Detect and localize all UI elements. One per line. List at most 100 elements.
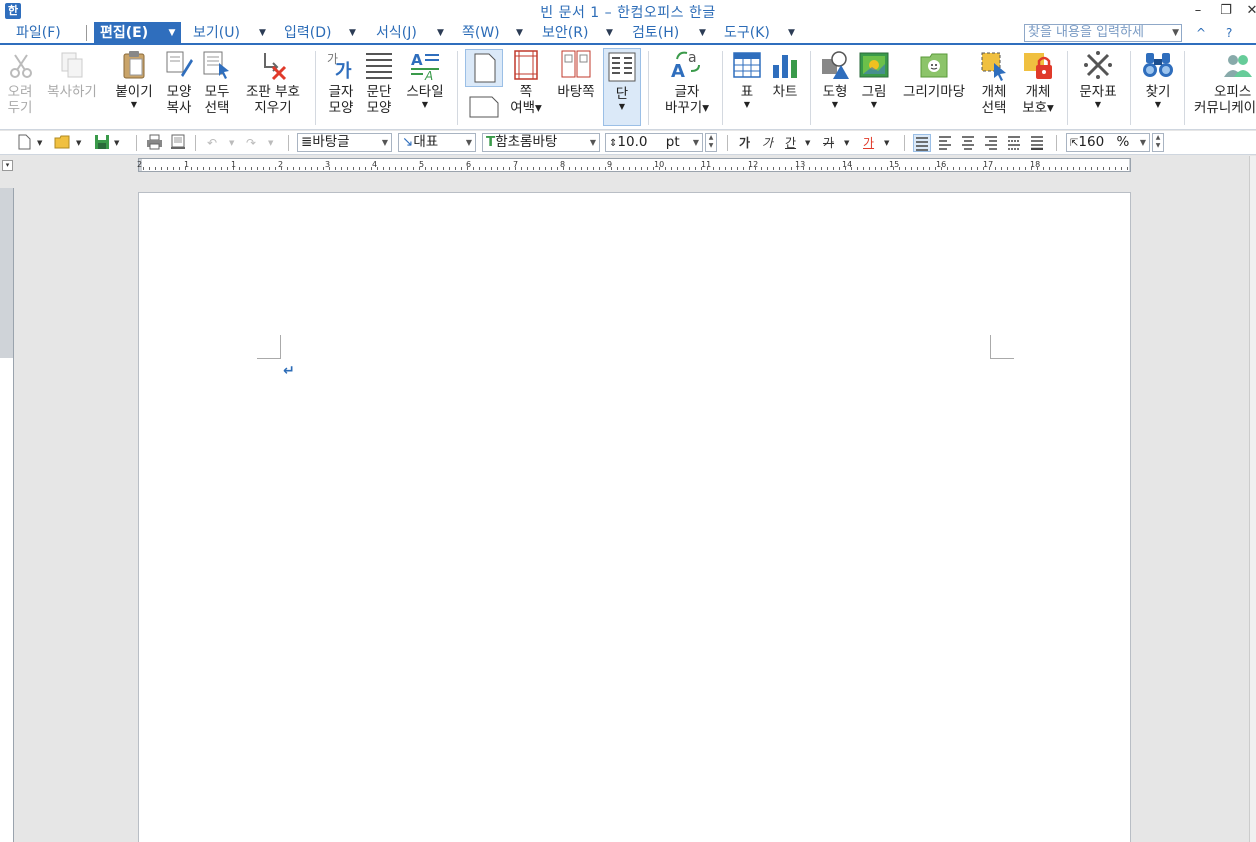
close-button[interactable]: ✕ — [1238, 1, 1256, 21]
underline-button[interactable]: 간 — [785, 134, 796, 152]
print-icon[interactable] — [146, 134, 163, 152]
undo-icon[interactable]: ↶ — [207, 134, 217, 152]
object-protect-button[interactable]: 개체 보호▾ — [1017, 49, 1059, 116]
menu-format[interactable]: 서식(J) — [376, 22, 417, 44]
redo-icon[interactable]: ↷ — [246, 134, 256, 152]
copy-button[interactable]: 복사하기 — [42, 49, 102, 100]
menu-security[interactable]: 보안(R) — [542, 22, 588, 44]
font-size-spinner[interactable]: ▲ ▼ — [705, 133, 717, 152]
menu-format-dropdown-icon[interactable]: ▼ — [437, 22, 444, 44]
search-input[interactable]: 찾을 내용을 입력하세 ▼ — [1024, 24, 1182, 42]
find-button[interactable]: 찾기 ▼ — [1140, 49, 1176, 110]
table-button[interactable]: 표 ▼ — [731, 49, 763, 110]
object-select-button[interactable]: 개체 선택 — [977, 49, 1011, 116]
align-left-button[interactable] — [937, 134, 953, 152]
menu-insert-dropdown-icon[interactable]: ▼ — [349, 22, 356, 44]
shape-button[interactable]: 도형 ▼ — [818, 49, 852, 110]
find-dropdown-icon[interactable]: ▼ — [1140, 100, 1176, 110]
drawing-gallery-button[interactable]: 그리기마당 — [896, 49, 972, 100]
document-page[interactable]: ↵ — [138, 192, 1131, 842]
horizontal-ruler[interactable]: 2 1 1 2 3 4 5 6 7 8 9 10 11 12 13 14 15 16 17 18 — [137, 158, 1131, 172]
align-right-button[interactable] — [983, 134, 999, 152]
style-dropdown-icon[interactable]: ▼ — [402, 100, 448, 110]
save-icon[interactable] — [94, 134, 110, 152]
menu-tools[interactable]: 도구(K) — [724, 22, 770, 44]
italic-button[interactable]: 가 — [762, 134, 773, 152]
zoom-spinner[interactable]: ▲ ▼ — [1152, 133, 1164, 152]
cut-button[interactable]: 오려 두기 — [5, 49, 35, 116]
symbols-dropdown-icon[interactable]: ▼ — [1075, 100, 1121, 110]
underline-dropdown-icon[interactable]: ▼ — [805, 134, 810, 152]
bold-button[interactable]: 가 — [739, 134, 750, 152]
style-button[interactable]: AA 스타일 ▼ — [402, 49, 448, 110]
zoom-select[interactable]: ⇱160 % ▼ — [1066, 133, 1150, 152]
menu-page[interactable]: 쪽(W) — [462, 22, 500, 44]
new-document-dropdown-icon[interactable]: ▼ — [37, 134, 42, 152]
chart-button[interactable]: 차트 — [769, 49, 801, 100]
menu-view[interactable]: 보기(U) — [193, 22, 240, 44]
page-margin-button[interactable]: 쪽 여백▾ — [507, 49, 545, 116]
table-dropdown-icon[interactable]: ▼ — [731, 100, 763, 110]
menu-tools-dropdown-icon[interactable]: ▼ — [788, 22, 795, 44]
align-justify-button[interactable] — [913, 134, 931, 152]
font-color-button[interactable]: 가 — [863, 134, 874, 152]
symbols-button[interactable]: 문자표 ▼ — [1075, 49, 1121, 110]
help-icon[interactable]: ? — [1226, 26, 1232, 40]
style-select[interactable]: ≣바탕글 ▼ — [297, 133, 392, 152]
new-document-icon[interactable] — [18, 134, 31, 152]
columns-dropdown-icon[interactable]: ▼ — [604, 102, 640, 112]
menu-edit-dropdown-icon[interactable]: ▼ — [163, 22, 181, 44]
style-select-dropdown-icon[interactable]: ▼ — [382, 134, 388, 151]
undo-dropdown-icon[interactable]: ▼ — [229, 134, 234, 152]
open-folder-icon[interactable] — [54, 134, 71, 152]
ruler-corner-button[interactable]: ▾ — [2, 160, 13, 171]
select-all-button[interactable]: 모두 선택 — [201, 49, 233, 116]
menu-review[interactable]: 검토(H) — [632, 22, 679, 44]
restore-button[interactable]: ❐ — [1212, 1, 1240, 21]
minimize-button[interactable]: – — [1184, 1, 1212, 21]
font-color-dropdown-icon[interactable]: ▼ — [884, 134, 889, 152]
language-select[interactable]: ↘대표 ▼ — [398, 133, 476, 152]
picture-button[interactable]: 그림 ▼ — [857, 49, 891, 110]
replace-button[interactable]: Aa 글자 바꾸기▾ — [658, 49, 716, 116]
format-copy-button[interactable]: 모양 복사 — [163, 49, 195, 116]
align-distribute-button[interactable] — [1006, 134, 1022, 152]
picture-dropdown-icon[interactable]: ▼ — [857, 100, 891, 110]
strikethrough-dropdown-icon[interactable]: ▼ — [844, 134, 849, 152]
clear-marks-button[interactable]: 조판 부호 지우기 — [239, 49, 307, 116]
menu-review-dropdown-icon[interactable]: ▼ — [699, 22, 706, 44]
redo-dropdown-icon[interactable]: ▼ — [268, 134, 273, 152]
shape-dropdown-icon[interactable]: ▼ — [818, 100, 852, 110]
background-page-button[interactable]: 바탕쪽 — [553, 49, 599, 100]
align-divide-button[interactable] — [1029, 134, 1045, 152]
page-portrait-button[interactable] — [465, 49, 503, 87]
zoom-dropdown-icon[interactable]: ▼ — [1140, 134, 1146, 151]
char-shape-button[interactable]: 가가 글자 모양 — [324, 49, 358, 116]
search-dropdown-icon[interactable]: ▼ — [1172, 25, 1179, 41]
menu-file[interactable]: 파일(F) — [16, 22, 61, 44]
menu-insert[interactable]: 입력(D) — [284, 22, 331, 44]
office-community-button[interactable]: 오피스 커뮤니케이 — [1192, 49, 1256, 116]
language-select-dropdown-icon[interactable]: ▼ — [466, 134, 472, 151]
paste-dropdown-icon[interactable]: ▼ — [111, 100, 157, 110]
font-select-dropdown-icon[interactable]: ▼ — [590, 134, 596, 151]
open-dropdown-icon[interactable]: ▼ — [76, 134, 81, 152]
columns-button[interactable]: 단 ▼ — [603, 48, 641, 126]
print-preview-icon[interactable] — [170, 134, 186, 152]
menu-edit[interactable]: 편집(E) — [94, 22, 164, 44]
ribbon-collapse-icon[interactable]: ^ — [1196, 26, 1206, 40]
font-select[interactable]: T함초롬바탕 ▼ — [482, 133, 600, 152]
font-size-select[interactable]: ⇕10.0 pt ▼ — [605, 133, 703, 152]
page-landscape-button[interactable] — [465, 95, 503, 123]
font-size-dropdown-icon[interactable]: ▼ — [693, 134, 699, 151]
strikethrough-button[interactable]: 가 — [823, 134, 834, 152]
vertical-scrollbar[interactable] — [1249, 156, 1256, 842]
menu-security-dropdown-icon[interactable]: ▼ — [606, 22, 613, 44]
paste-button[interactable]: 붙이기 ▼ — [111, 49, 157, 110]
save-dropdown-icon[interactable]: ▼ — [114, 134, 119, 152]
menu-page-dropdown-icon[interactable]: ▼ — [516, 22, 523, 44]
vertical-ruler[interactable] — [0, 188, 14, 842]
align-center-button[interactable] — [960, 134, 976, 152]
para-shape-button[interactable]: 문단 모양 — [362, 49, 396, 116]
menu-view-dropdown-icon[interactable]: ▼ — [259, 22, 266, 44]
